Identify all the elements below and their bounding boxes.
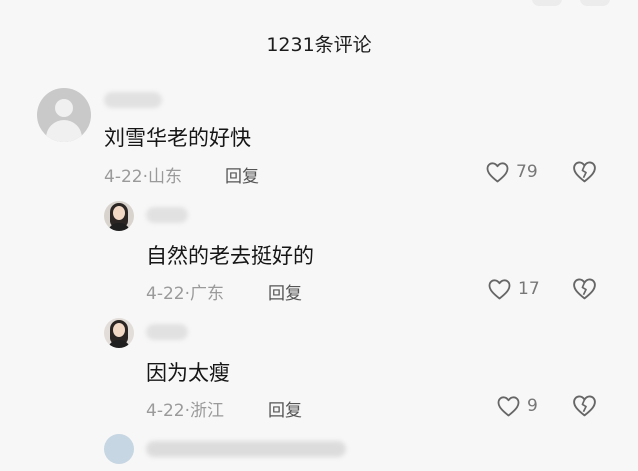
heart-icon <box>485 161 510 183</box>
comment-meta: 4-22·山东 <box>104 162 182 187</box>
broken-heart-icon <box>572 160 597 183</box>
comment-text: 因为太瘦 <box>146 361 230 385</box>
default-user-icon <box>55 99 73 117</box>
comment-date: 4-22 <box>146 284 185 304</box>
broken-heart-icon <box>572 277 597 300</box>
comment-count-title: 1231条评论 <box>266 34 372 56</box>
reply-button[interactable]: 回复 <box>268 279 302 304</box>
heart-icon <box>487 278 512 300</box>
comment-meta: 4-22·广东 <box>146 279 224 304</box>
like-button[interactable]: 79 <box>485 161 538 183</box>
top-controls <box>532 0 610 6</box>
broken-heart-icon <box>572 394 597 417</box>
reply-button[interactable]: 回复 <box>225 162 259 187</box>
username-blurred[interactable] <box>146 324 188 340</box>
top-control-right[interactable] <box>580 0 610 6</box>
like-count: 17 <box>518 279 540 299</box>
like-count: 9 <box>527 396 538 416</box>
username-blurred[interactable] <box>146 441 346 457</box>
avatar[interactable] <box>104 318 134 348</box>
reply-button[interactable]: 回复 <box>268 396 302 421</box>
comment-date: 4-22 <box>104 167 143 187</box>
avatar[interactable] <box>104 201 134 231</box>
comment-location: 广东 <box>190 284 224 304</box>
avatar[interactable] <box>37 88 91 142</box>
like-button[interactable]: 17 <box>487 278 540 300</box>
comment-text: 刘雪华老的好快 <box>104 126 251 150</box>
comment-text: 自然的老去挺好的 <box>146 244 314 268</box>
dislike-button[interactable] <box>572 394 597 417</box>
comment-location: 山东 <box>148 167 182 187</box>
comment-location: 浙江 <box>190 401 224 421</box>
top-control-left[interactable] <box>532 0 562 6</box>
dislike-button[interactable] <box>572 160 597 183</box>
dislike-button[interactable] <box>572 277 597 300</box>
heart-icon <box>496 395 521 417</box>
comment-date: 4-22 <box>146 401 185 421</box>
like-count: 79 <box>516 162 538 182</box>
like-button[interactable]: 9 <box>496 395 538 417</box>
username-blurred[interactable] <box>104 92 162 108</box>
comment-meta: 4-22·浙江 <box>146 396 224 421</box>
avatar[interactable] <box>104 434 134 464</box>
username-blurred[interactable] <box>146 207 188 223</box>
